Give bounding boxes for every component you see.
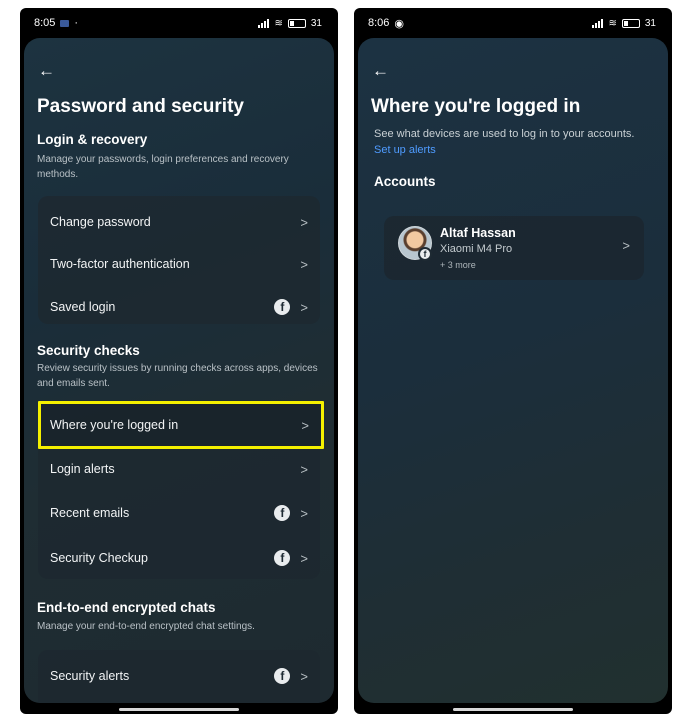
chevron-right-icon: > bbox=[300, 668, 308, 684]
facebook-icon: f bbox=[274, 299, 291, 315]
status-time: 8:05 bbox=[34, 17, 56, 29]
chevron-right-icon: > bbox=[300, 461, 308, 477]
account-card[interactable]: f Altaf Hassan Xiaomi M4 Pro + 3 more > bbox=[384, 216, 644, 280]
row-label: Security alerts bbox=[50, 669, 130, 683]
card-login-recovery: Change password > Two-factor authenticat… bbox=[38, 196, 320, 324]
section-title-login-recovery: Login & recovery bbox=[37, 132, 148, 147]
set-up-alerts-link[interactable]: Set up alerts bbox=[374, 144, 436, 156]
facebook-icon: f bbox=[418, 247, 432, 261]
row-recent-emails[interactable]: Recent emails f > bbox=[38, 493, 320, 533]
row-label: Where you're logged in bbox=[50, 418, 179, 432]
row-label: Recent emails bbox=[50, 506, 130, 520]
section-title-accounts: Accounts bbox=[374, 174, 436, 189]
section-desc-login-recovery: Manage your passwords, login preferences… bbox=[37, 154, 289, 180]
row-login-alerts[interactable]: Login alerts > bbox=[38, 449, 320, 489]
home-indicator[interactable] bbox=[119, 708, 239, 711]
signal-icon bbox=[592, 18, 604, 28]
chevron-right-icon: > bbox=[300, 505, 308, 521]
wifi-icon: ≋ bbox=[608, 17, 617, 29]
account-device: Xiaomi M4 Pro bbox=[440, 243, 513, 255]
section-title-e2e: End-to-end encrypted chats bbox=[37, 600, 216, 615]
account-name: Altaf Hassan bbox=[440, 226, 516, 240]
dot-icon: · bbox=[74, 17, 79, 29]
row-security-alerts[interactable]: Security alerts f > bbox=[38, 656, 320, 696]
highlight-box: Where you're logged in > bbox=[38, 401, 324, 449]
row-change-password[interactable]: Change password > bbox=[38, 202, 320, 242]
page-title: Where you're logged in bbox=[371, 96, 581, 117]
row-security-checkup[interactable]: Security Checkup f > bbox=[38, 538, 320, 578]
facebook-icon: f bbox=[274, 668, 291, 684]
facebook-icon: f bbox=[274, 505, 291, 521]
notification-icon bbox=[60, 19, 70, 27]
phone-left: 8:05 · ≋ 31 ← Password and security Logi… bbox=[20, 8, 338, 714]
chevron-right-icon: > bbox=[622, 238, 630, 253]
back-arrow-icon[interactable]: ← bbox=[38, 62, 58, 79]
row-two-factor-authentication[interactable]: Two-factor authentication > bbox=[38, 244, 320, 284]
status-bar: 8:05 · ≋ 31 bbox=[20, 8, 338, 38]
battery-icon bbox=[287, 18, 306, 28]
wifi-icon: ≋ bbox=[274, 17, 283, 29]
page-title: Password and security bbox=[37, 96, 244, 117]
settings-screen: ← Password and security Login & recovery… bbox=[24, 38, 334, 703]
chevron-right-icon: > bbox=[300, 299, 308, 315]
back-arrow-icon[interactable]: ← bbox=[372, 62, 392, 79]
row-label: Login alerts bbox=[50, 462, 115, 476]
section-title-security-checks: Security checks bbox=[37, 343, 140, 358]
battery-level: 31 bbox=[644, 17, 658, 29]
section-desc-e2e: Manage your end-to-end encrypted chat se… bbox=[37, 621, 255, 632]
page-description: See what devices are used to log in to y… bbox=[374, 128, 635, 156]
card-e2e: Security alerts f > bbox=[38, 650, 320, 703]
notification-icon: ◉ bbox=[394, 17, 405, 30]
row-where-logged-in[interactable]: Where you're logged in > bbox=[38, 405, 321, 445]
chevron-right-icon: > bbox=[300, 214, 308, 230]
phone-right: 8:06 ◉ ≋ 31 ← Where you're logged in See… bbox=[354, 8, 672, 714]
logged-in-screen: ← Where you're logged in See what device… bbox=[358, 38, 668, 703]
signal-icon bbox=[258, 18, 270, 28]
home-indicator[interactable] bbox=[453, 708, 573, 711]
account-more-count: + 3 more bbox=[440, 260, 476, 270]
row-label: Change password bbox=[50, 215, 151, 229]
chevron-right-icon: > bbox=[300, 550, 308, 566]
row-label: Two-factor authentication bbox=[50, 257, 190, 271]
battery-level: 31 bbox=[310, 17, 324, 29]
chevron-right-icon: > bbox=[300, 256, 308, 272]
row-saved-login[interactable]: Saved login f > bbox=[38, 287, 320, 327]
status-time: 8:06 bbox=[368, 17, 390, 29]
row-label: Saved login bbox=[50, 300, 116, 314]
status-bar: 8:06 ◉ ≋ 31 bbox=[354, 8, 672, 38]
row-label: Security Checkup bbox=[50, 551, 148, 565]
section-desc-security-checks: Review security issues by running checks… bbox=[37, 363, 318, 389]
chevron-right-icon: > bbox=[301, 417, 309, 433]
battery-icon bbox=[621, 18, 640, 28]
facebook-icon: f bbox=[274, 550, 291, 566]
